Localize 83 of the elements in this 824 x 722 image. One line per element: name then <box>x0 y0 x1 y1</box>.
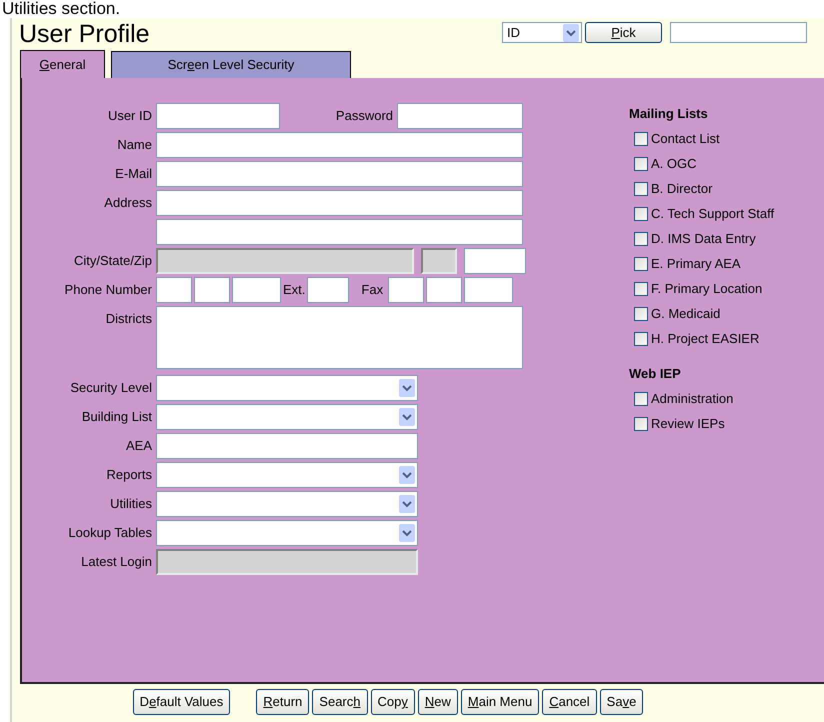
action-button[interactable]: Copy <box>370 689 415 715</box>
chevron-down-icon <box>399 408 415 426</box>
chevron-down-icon <box>563 24 579 42</box>
checkbox[interactable] <box>634 332 648 346</box>
text-field[interactable] <box>232 277 281 303</box>
chevron-down-icon <box>399 466 415 484</box>
dropdown[interactable] <box>156 520 418 546</box>
caption: Utilities section. <box>2 0 120 18</box>
checkbox[interactable] <box>634 392 648 406</box>
text-field[interactable] <box>156 219 523 245</box>
page-title: User Profile <box>19 20 150 48</box>
text-field[interactable] <box>156 161 523 187</box>
checkbox-label: H. Project EASIER <box>651 330 760 348</box>
checkbox-label: E. Primary AEA <box>651 254 741 273</box>
chevron-down-icon <box>399 495 415 513</box>
text-field[interactable] <box>426 277 462 303</box>
pick-button[interactable]: Pick <box>585 22 662 43</box>
dropdown[interactable] <box>156 404 418 430</box>
checkbox[interactable] <box>634 416 648 430</box>
action-button[interactable]: Default Values <box>132 689 230 715</box>
checkbox[interactable] <box>634 282 648 296</box>
text-field[interactable] <box>156 433 418 459</box>
field-label: E-Mail <box>115 165 152 183</box>
dropdown[interactable] <box>156 491 418 517</box>
dropdown[interactable]: ID <box>502 22 582 43</box>
checkbox[interactable] <box>634 156 648 170</box>
checkbox[interactable] <box>634 232 648 246</box>
checkbox[interactable] <box>634 206 648 220</box>
lookup-field[interactable] <box>670 22 807 43</box>
text-field[interactable] <box>464 248 526 274</box>
dropdown[interactable] <box>156 462 418 488</box>
field-label: Building List <box>82 408 152 426</box>
checkbox-label: F. Primary Location <box>651 280 762 298</box>
section-heading: Web IEP <box>629 365 682 383</box>
text-field[interactable] <box>307 277 350 303</box>
field-label: City/State/Zip <box>74 252 152 270</box>
checkbox[interactable] <box>634 256 648 270</box>
action-button[interactable]: New <box>418 689 458 715</box>
chevron-down-icon <box>399 379 415 397</box>
field-label: AEA <box>126 437 152 455</box>
action-button[interactable]: Cancel <box>542 689 597 715</box>
checkbox[interactable] <box>634 132 648 146</box>
text-field[interactable] <box>388 277 424 303</box>
action-button[interactable]: Save <box>600 689 644 715</box>
checkbox-label: B. Director <box>651 180 712 198</box>
field-label: Reports <box>106 466 152 484</box>
field-label: Lookup Tables <box>68 524 152 542</box>
text-field[interactable] <box>156 132 523 158</box>
text-area[interactable] <box>156 306 523 369</box>
checkbox-label: Contact List <box>651 130 720 148</box>
checkbox[interactable] <box>634 306 648 320</box>
field-label: Security Level <box>70 379 152 397</box>
field-label: Name <box>117 136 152 154</box>
field-label: Utilities <box>110 495 152 513</box>
checkbox[interactable] <box>634 182 648 196</box>
field-label: Districts <box>106 310 152 328</box>
checkbox-label: Review IEPs <box>651 414 725 433</box>
text-field[interactable] <box>156 277 192 303</box>
tab[interactable]: General <box>20 50 105 78</box>
action-button[interactable]: Main Menu <box>460 689 540 715</box>
field-label: Fax <box>361 281 384 299</box>
dropdown[interactable] <box>156 375 418 401</box>
action-button[interactable]: Search <box>312 689 368 715</box>
text-field[interactable] <box>194 277 230 303</box>
chevron-down-icon <box>399 524 415 542</box>
section-heading: Mailing Lists <box>629 105 709 123</box>
field-label: Password <box>336 107 393 125</box>
text-field[interactable] <box>156 103 280 129</box>
checkbox-label: G. Medicaid <box>651 304 720 323</box>
checkbox-label: Administration <box>651 390 734 408</box>
text-field[interactable] <box>156 190 523 216</box>
field-label: Address <box>104 194 152 212</box>
field-label: User ID <box>108 107 152 125</box>
text-field[interactable] <box>397 103 523 129</box>
checkbox-label: D. IMS Data Entry <box>651 230 756 248</box>
checkbox-label: A. OGC <box>651 154 697 173</box>
field-label: Ext. <box>283 281 306 299</box>
field-label: Phone Number <box>64 281 152 299</box>
action-button[interactable]: Return <box>256 689 310 715</box>
field-label: Latest Login <box>81 553 152 571</box>
tab[interactable]: Screen Level Security <box>111 51 351 78</box>
checkbox-label: C. Tech Support Staff <box>651 204 774 223</box>
text-field[interactable] <box>464 277 514 303</box>
